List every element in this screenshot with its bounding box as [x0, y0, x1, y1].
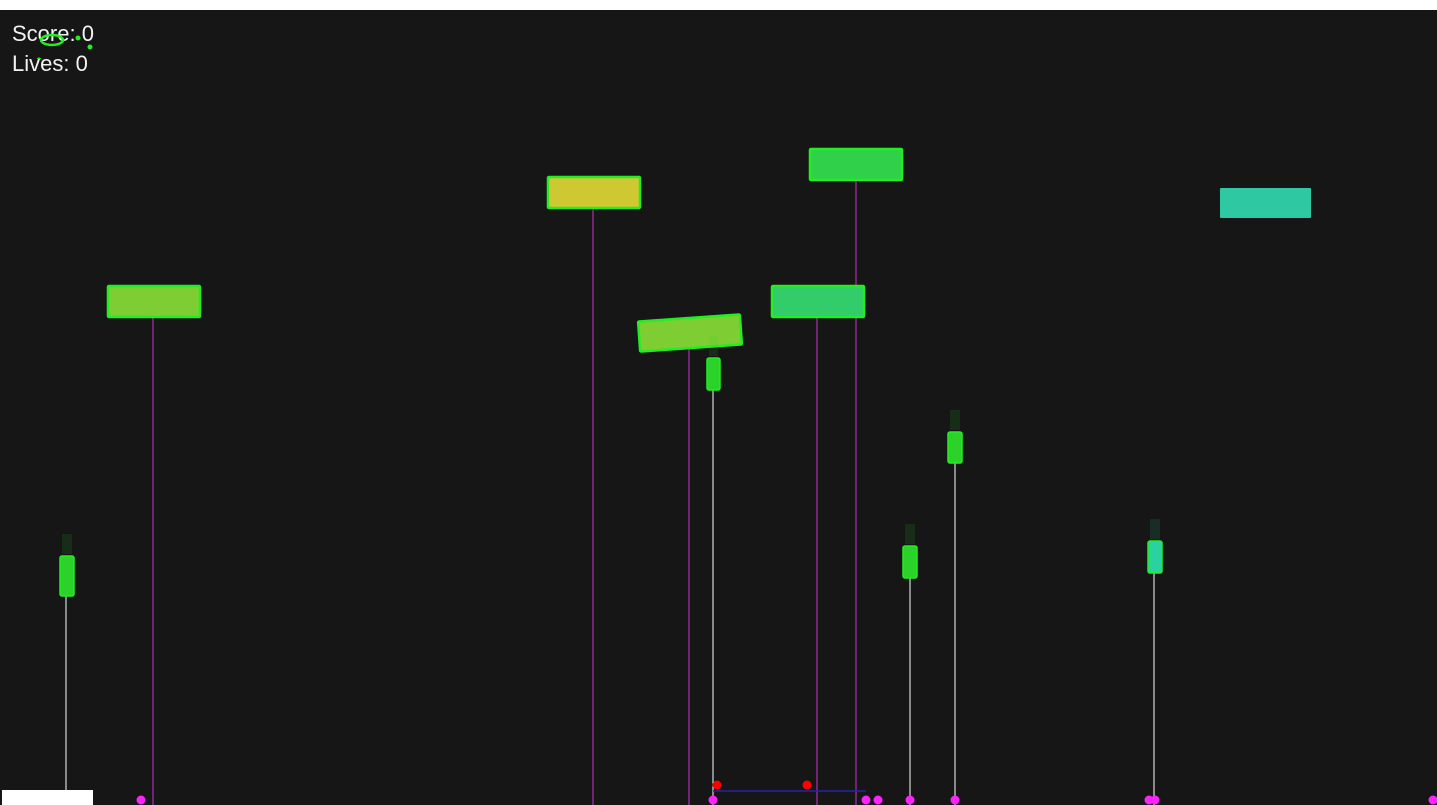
floor-marker [873, 795, 883, 805]
game-scene [3, 147, 1437, 805]
floor-marker [905, 795, 915, 805]
bullet-trail [905, 524, 915, 544]
brick [546, 175, 642, 210]
lives-label: Lives: 0 [12, 51, 88, 76]
brick [808, 147, 904, 182]
bullet-trail [709, 336, 718, 356]
floor-marker [136, 795, 146, 805]
player-paddle[interactable] [2, 790, 93, 805]
bullet-trail [950, 410, 960, 430]
cannon-marker [712, 780, 722, 790]
brick [1220, 188, 1311, 218]
floor-marker [950, 795, 960, 805]
floor-marker [708, 795, 718, 805]
bullet [947, 431, 963, 464]
bullet [1147, 540, 1163, 574]
floor-marker [1150, 795, 1160, 805]
brick [636, 313, 744, 353]
bullet [902, 545, 918, 579]
floor-marker [861, 795, 871, 805]
score-label: Score: 0 [12, 21, 94, 46]
brick [770, 284, 866, 319]
game-canvas[interactable]: Score: 0 Lives: 0 [0, 10, 1437, 805]
bullet-trail [1150, 519, 1160, 539]
hud: Score: 0 Lives: 0 [12, 19, 94, 79]
floor-marker [1428, 795, 1437, 805]
bullet [59, 555, 75, 597]
brick [106, 284, 202, 319]
cannon-marker [802, 780, 812, 790]
bullet [706, 357, 721, 391]
bullet-trail [62, 534, 72, 554]
